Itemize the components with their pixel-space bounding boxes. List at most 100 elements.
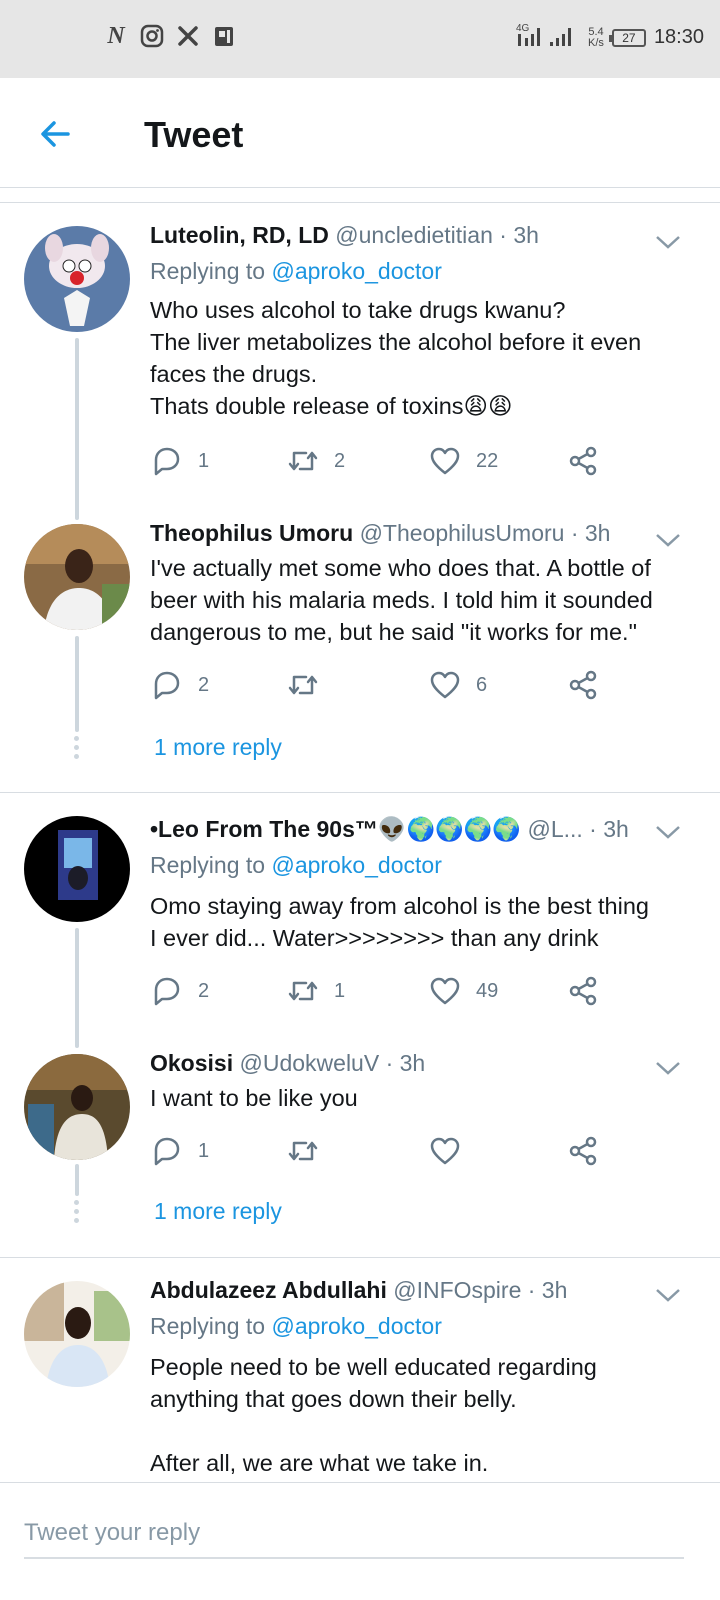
tweet-header: Okosisi @UdokweluV · 3h bbox=[150, 1050, 660, 1077]
reply-composer bbox=[0, 1482, 720, 1600]
battery-indicator: 27 bbox=[608, 28, 646, 47]
like-count: 6 bbox=[476, 673, 488, 696]
tweet-header: Luteolin, RD, LD @uncledietitian · 3h bbox=[150, 222, 660, 249]
tweet-text-line: I ever did... Water>>>>>>>> than any dri… bbox=[150, 925, 599, 951]
like-count: 22 bbox=[476, 449, 499, 472]
tweet-text-line: beer with his malaria meds. I told him i… bbox=[150, 587, 653, 613]
retweet-button[interactable]: 1 bbox=[286, 974, 345, 1008]
tweet-text-line: Who uses alcohol to take drugs kwanu? bbox=[150, 297, 566, 323]
tweet-text: Who uses alcohol to take drugs kwanu? Th… bbox=[150, 294, 690, 422]
app-header: Tweet bbox=[0, 78, 720, 188]
reply-input[interactable] bbox=[24, 1509, 684, 1559]
avatar[interactable] bbox=[24, 1054, 130, 1160]
share-button[interactable] bbox=[566, 1134, 600, 1168]
heart-icon bbox=[430, 671, 460, 699]
instagram-icon bbox=[140, 24, 164, 48]
reply-button[interactable]: 1 bbox=[150, 1134, 209, 1168]
tweet-menu-button[interactable] bbox=[654, 232, 682, 252]
tweet-text: I want to be like you bbox=[150, 1082, 690, 1114]
retweet-button[interactable] bbox=[286, 1134, 320, 1168]
back-button[interactable] bbox=[36, 114, 76, 154]
reply-button[interactable]: 2 bbox=[150, 668, 209, 702]
author-handle[interactable]: @UdokweluV bbox=[240, 1050, 380, 1076]
thread-dots bbox=[73, 736, 81, 763]
signal-icon: 4G bbox=[516, 22, 580, 53]
like-button[interactable] bbox=[428, 1134, 462, 1168]
retweet-icon bbox=[288, 981, 318, 1001]
network-speed: 5.4 K/s bbox=[588, 26, 604, 49]
author-handle[interactable]: @INFOspire bbox=[393, 1277, 521, 1303]
tweet-time: · 3h bbox=[527, 1277, 568, 1303]
tweet-menu-button[interactable] bbox=[654, 530, 682, 550]
tweet-header: •Leo From The 90s™👽🌍🌍🌍🌍 @L... · 3h bbox=[150, 816, 660, 843]
tweet-text-line bbox=[150, 1415, 690, 1447]
tweet-text-line: dangerous to me, but he said "it works f… bbox=[150, 619, 637, 645]
replying-to-link[interactable]: @aproko_doctor bbox=[271, 852, 441, 878]
author-handle[interactable]: @uncledietitian bbox=[335, 222, 493, 248]
heart-icon bbox=[430, 1137, 460, 1165]
reply-icon bbox=[154, 447, 180, 476]
retweet-icon bbox=[288, 1141, 318, 1161]
svg-text:4G: 4G bbox=[516, 23, 530, 34]
thread-line bbox=[75, 1164, 79, 1196]
thread-line bbox=[75, 928, 79, 1048]
reply-icon bbox=[154, 1137, 180, 1166]
like-button[interactable]: 49 bbox=[428, 974, 498, 1008]
tweet-actions: 2 1 49 bbox=[150, 974, 610, 1010]
share-icon bbox=[569, 670, 597, 700]
avatar[interactable] bbox=[24, 1281, 130, 1387]
author-name[interactable]: Abdulazeez Abdullahi bbox=[150, 1277, 387, 1303]
share-button[interactable] bbox=[566, 668, 600, 702]
retweet-button[interactable]: 2 bbox=[286, 444, 345, 478]
page-title: Tweet bbox=[144, 114, 244, 155]
retweet-button[interactable] bbox=[286, 668, 334, 702]
retweet-count: 1 bbox=[334, 979, 346, 1002]
more-replies-link[interactable]: 1 more reply bbox=[154, 734, 282, 761]
replying-label: Replying to bbox=[150, 852, 266, 878]
thread-separator bbox=[0, 1257, 720, 1258]
avatar[interactable] bbox=[24, 524, 130, 630]
retweet-icon bbox=[288, 451, 318, 471]
reply-icon bbox=[154, 671, 180, 700]
replying-to: Replying to @aproko_doctor bbox=[150, 258, 442, 285]
reply-count: 1 bbox=[198, 1139, 210, 1162]
tweet-text-line: I want to be like you bbox=[150, 1085, 358, 1111]
author-handle[interactable]: @TheophilusUmoru bbox=[360, 520, 565, 546]
x-icon bbox=[176, 24, 200, 48]
tweet-header: Abdulazeez Abdullahi @INFOspire · 3h bbox=[150, 1277, 660, 1304]
share-button[interactable] bbox=[566, 444, 600, 478]
reply-count: 2 bbox=[198, 979, 210, 1002]
reply-button[interactable]: 2 bbox=[150, 974, 209, 1008]
like-button[interactable]: 22 bbox=[428, 444, 498, 478]
thread-line bbox=[75, 338, 79, 520]
tweet-time: · 3h bbox=[589, 816, 629, 842]
tweet-menu-button[interactable] bbox=[654, 1058, 682, 1078]
replying-to: Replying to @aproko_doctor bbox=[150, 1313, 442, 1340]
author-name[interactable]: Okosisi bbox=[150, 1050, 233, 1076]
avatar[interactable] bbox=[24, 226, 130, 332]
tweet-text-line: After all, we are what we take in. bbox=[150, 1450, 489, 1476]
author-name[interactable]: Luteolin, RD, LD bbox=[150, 222, 329, 248]
tweet-text: I've actually met some who does that. A … bbox=[150, 552, 690, 648]
reply-button[interactable]: 1 bbox=[150, 444, 209, 478]
avatar[interactable] bbox=[24, 816, 130, 922]
share-icon bbox=[569, 1136, 597, 1166]
author-name[interactable]: Theophilus Umoru bbox=[150, 520, 353, 546]
tweet-text-line: People need to be well educated regardin… bbox=[150, 1354, 597, 1380]
tweet-menu-button[interactable] bbox=[654, 822, 682, 842]
replying-to-link[interactable]: @aproko_doctor bbox=[271, 258, 441, 284]
share-button[interactable] bbox=[566, 974, 600, 1008]
like-button[interactable]: 6 bbox=[428, 668, 487, 702]
tweet-menu-button[interactable] bbox=[654, 1285, 682, 1305]
share-icon bbox=[569, 976, 597, 1006]
tweet-text: People need to be well educated regardin… bbox=[150, 1351, 690, 1479]
clock: 18:30 bbox=[653, 26, 704, 48]
replying-to-link[interactable]: @aproko_doctor bbox=[271, 1313, 441, 1339]
header-divider bbox=[0, 202, 720, 203]
author-name[interactable]: •Leo From The 90s™👽🌍🌍🌍🌍 bbox=[150, 816, 521, 842]
chevron-down-icon bbox=[656, 1062, 680, 1075]
reply-count: 2 bbox=[198, 673, 210, 696]
more-replies-link[interactable]: 1 more reply bbox=[154, 1198, 282, 1225]
author-handle[interactable]: @L... bbox=[527, 816, 582, 842]
replying-label: Replying to bbox=[150, 258, 266, 284]
